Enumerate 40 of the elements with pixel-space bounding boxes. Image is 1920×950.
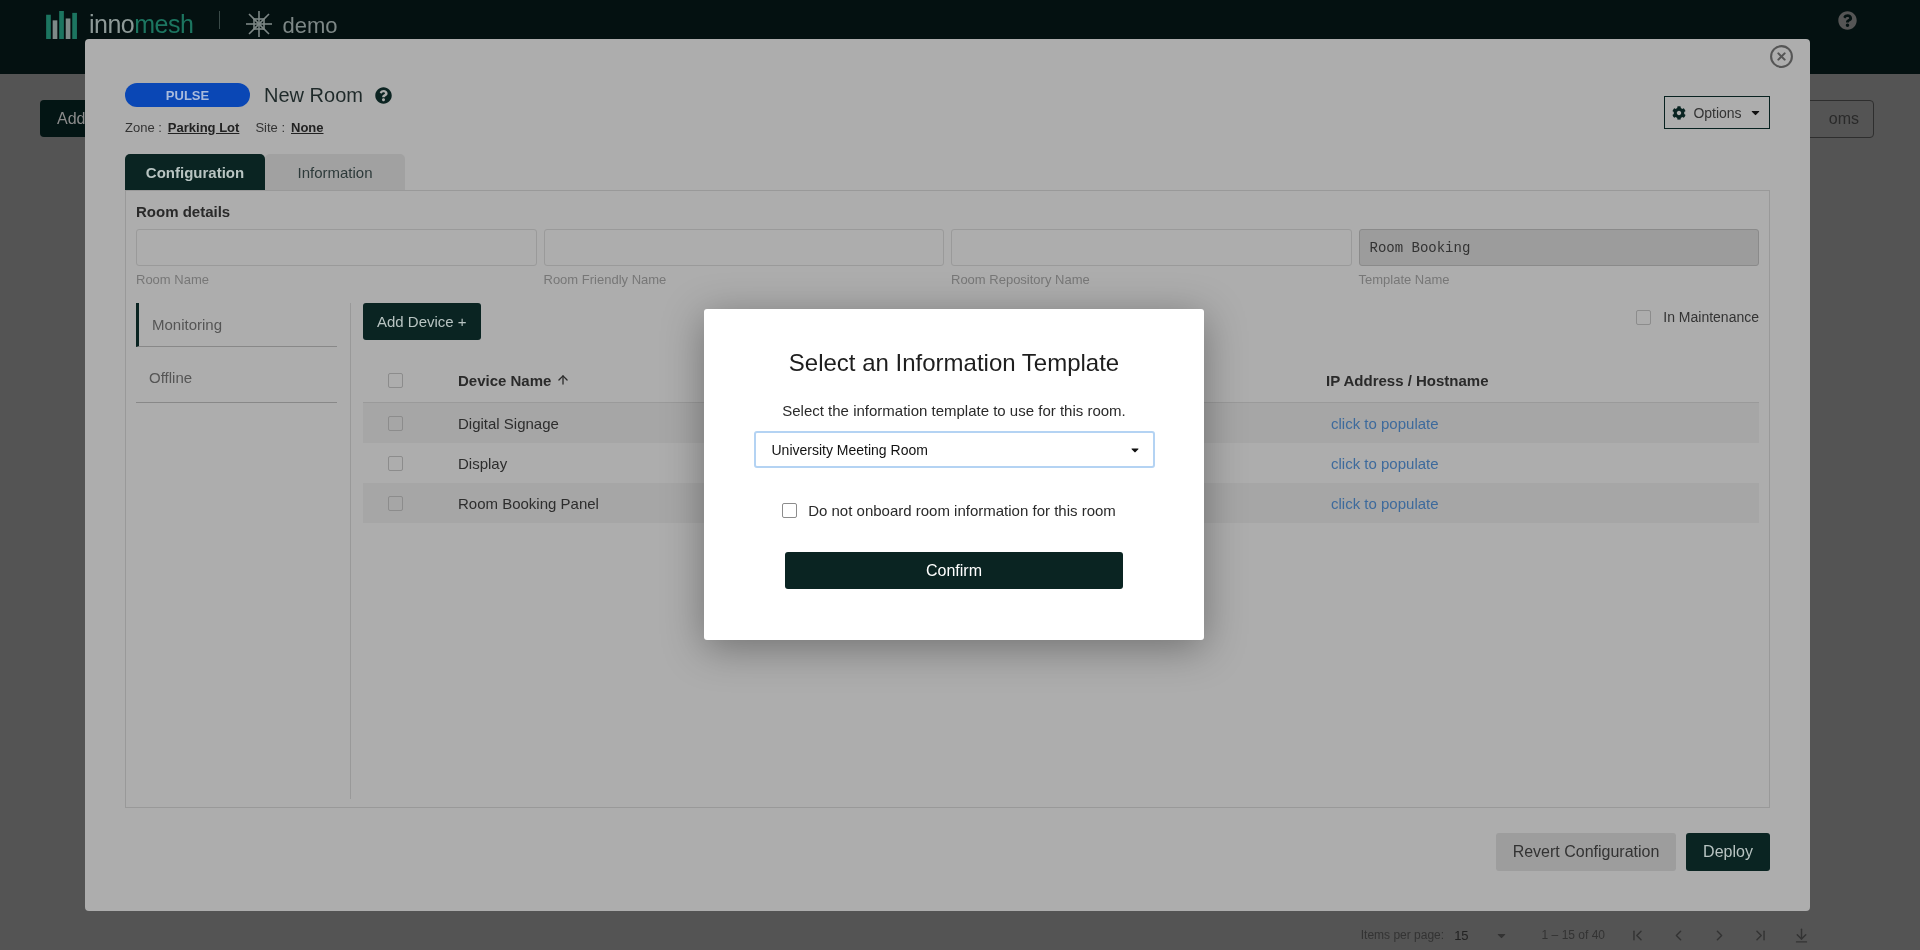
template-select[interactable]: University Meeting Room: [753, 431, 1155, 468]
zone-link[interactable]: Parking Lot: [167, 120, 240, 135]
tab[interactable]: Information: [265, 154, 405, 190]
section-title: Room details: [136, 203, 232, 220]
checkbox[interactable]: [782, 503, 798, 518]
options-button[interactable]: Options: [1664, 96, 1770, 129]
checkbox[interactable]: [388, 415, 403, 431]
checkbox[interactable]: [388, 455, 403, 471]
checkbox[interactable]: [388, 372, 403, 388]
column-header[interactable]: IP Address / Hostname: [1326, 371, 1489, 389]
type-badge: PULSE: [125, 83, 250, 107]
checkbox[interactable]: [388, 495, 403, 511]
dialog-description: Select the information template to use for this room.: [782, 402, 1126, 419]
add-device-button[interactable]: Add Device +: [363, 303, 481, 340]
checkbox-label: In Maintenance: [1663, 309, 1759, 325]
tenant-name: demo: [282, 14, 338, 38]
nav-item[interactable]: Offline: [136, 353, 337, 403]
revert-button[interactable]: Revert Configuration: [1496, 833, 1676, 871]
close-icon[interactable]: [1769, 44, 1794, 69]
checkbox[interactable]: [1636, 309, 1652, 325]
site-label: Site :: [255, 120, 285, 135]
column-header[interactable]: Device Name: [458, 371, 571, 389]
logo: innomesh: [89, 11, 194, 37]
download-icon[interactable]: [1793, 926, 1810, 944]
deploy-button[interactable]: Deploy: [1686, 833, 1770, 871]
table-cell: Room Booking Panel: [458, 494, 599, 512]
table-cell: Digital Signage: [458, 414, 559, 432]
modal-title: New Room: [264, 83, 363, 107]
logo-icon: [45, 11, 79, 39]
table-cell: Display: [458, 454, 508, 472]
snowflake-icon: [246, 11, 273, 37]
gear-icon: [1672, 105, 1687, 120]
nav-item[interactable]: Monitoring: [136, 303, 337, 347]
site-link[interactable]: None: [291, 120, 324, 135]
dialog-title: Select an Information Template: [788, 349, 1120, 377]
checkbox-label: Do not onboard room information for this room: [808, 502, 1116, 519]
zone-label: Zone :: [125, 120, 162, 135]
help-icon[interactable]: [374, 86, 392, 104]
confirm-button[interactable]: Confirm: [785, 552, 1123, 589]
tab[interactable]: Configuration: [125, 154, 265, 190]
